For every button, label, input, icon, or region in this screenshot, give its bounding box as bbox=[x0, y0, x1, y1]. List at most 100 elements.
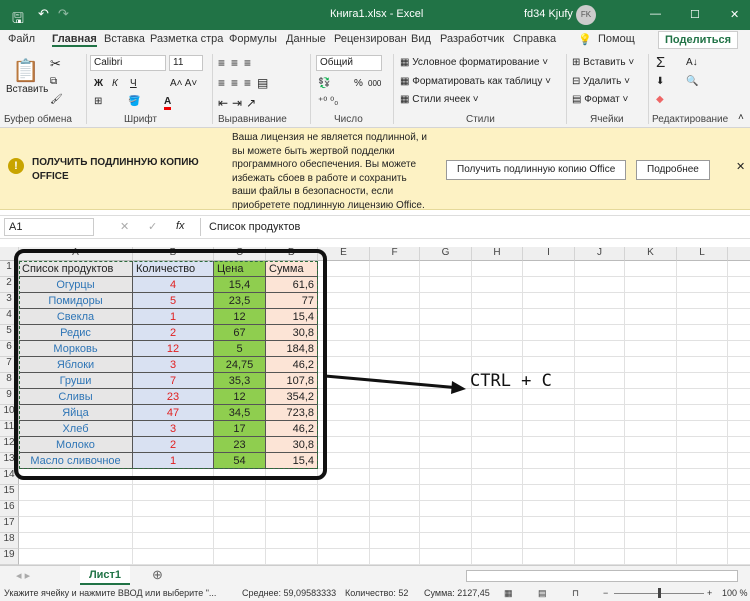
avatar[interactable]: FK bbox=[576, 5, 596, 25]
normal-view-icon[interactable]: ▦ bbox=[504, 588, 513, 599]
table-cell[interactable]: 30,8 bbox=[266, 437, 318, 453]
table-cell[interactable]: 17 bbox=[214, 421, 266, 437]
table-header-cell[interactable]: Цена bbox=[214, 261, 266, 277]
table-cell[interactable]: 5 bbox=[133, 293, 214, 309]
close-banner-icon[interactable]: ✕ bbox=[736, 160, 745, 173]
spreadsheet-grid[interactable]: ABCDEFGHIJKLM123456789101112131415161718… bbox=[0, 247, 750, 565]
column-header-A[interactable]: A bbox=[19, 247, 133, 261]
column-header-I[interactable]: I bbox=[523, 247, 575, 261]
indent-icons[interactable]: ⇤⇥↗ bbox=[218, 96, 260, 110]
table-cell[interactable]: 34,5 bbox=[214, 405, 266, 421]
column-header-M[interactable]: M bbox=[728, 247, 750, 261]
table-header-cell[interactable]: Сумма bbox=[266, 261, 318, 277]
tab-file[interactable]: Файл bbox=[8, 33, 35, 45]
table-cell[interactable]: 67 bbox=[214, 325, 266, 341]
thousands-button[interactable]: 000 bbox=[368, 79, 381, 88]
table-cell[interactable]: Сливы bbox=[19, 389, 133, 405]
sheet-tab-list1[interactable]: Лист1 bbox=[80, 566, 130, 585]
row-header-8[interactable]: 8 bbox=[0, 373, 19, 389]
table-cell[interactable]: 35,3 bbox=[214, 373, 266, 389]
tab-help[interactable]: Справка bbox=[513, 33, 556, 45]
tab-formulas[interactable]: Формулы bbox=[229, 33, 277, 45]
row-header-14[interactable]: 14 bbox=[0, 469, 19, 485]
clear-icon[interactable]: ◆ bbox=[656, 94, 664, 105]
table-cell[interactable]: 12 bbox=[214, 389, 266, 405]
row-header-10[interactable]: 10 bbox=[0, 405, 19, 421]
add-sheet-icon[interactable]: ⊕ bbox=[152, 567, 163, 583]
format-cells-button[interactable]: ▤ Формат ˅ bbox=[572, 94, 628, 105]
table-cell[interactable]: 30,8 bbox=[266, 325, 318, 341]
paste-icon[interactable]: 📋 bbox=[12, 58, 39, 84]
row-header-18[interactable]: 18 bbox=[0, 533, 19, 549]
format-as-table-button[interactable]: ▦ Форматировать как таблицу ˅ bbox=[400, 76, 551, 87]
font-name-select[interactable]: Calibri bbox=[90, 55, 166, 71]
save-icon[interactable]: 🖫 bbox=[12, 8, 24, 32]
table-cell[interactable]: 23 bbox=[214, 437, 266, 453]
table-cell[interactable]: 3 bbox=[133, 357, 214, 373]
table-cell[interactable]: Огурцы bbox=[19, 277, 133, 293]
table-cell[interactable]: 12 bbox=[133, 341, 214, 357]
table-cell[interactable]: 15,4 bbox=[266, 453, 318, 469]
column-header-D[interactable]: D bbox=[266, 247, 318, 261]
fill-color-icon[interactable]: 🪣 bbox=[128, 96, 140, 107]
table-cell[interactable]: 77 bbox=[266, 293, 318, 309]
borders-icon[interactable]: ⊞ bbox=[94, 96, 102, 107]
insert-cells-button[interactable]: ⊞ Вставить ˅ bbox=[572, 57, 634, 68]
grow-font-icon[interactable]: A˄ A˅ bbox=[170, 78, 197, 89]
row-header-19[interactable]: 19 bbox=[0, 549, 19, 565]
currency-icon[interactable]: 💱 bbox=[318, 78, 330, 89]
insert-function-button[interactable]: fx bbox=[176, 220, 185, 232]
table-cell[interactable]: Груши bbox=[19, 373, 133, 389]
table-cell[interactable]: Хлеб bbox=[19, 421, 133, 437]
row-header-7[interactable]: 7 bbox=[0, 357, 19, 373]
column-header-K[interactable]: K bbox=[625, 247, 677, 261]
row-header-4[interactable]: 4 bbox=[0, 309, 19, 325]
select-all-corner[interactable] bbox=[0, 247, 19, 261]
delete-cells-button[interactable]: ⊟ Удалить ˅ bbox=[572, 76, 630, 87]
table-header-cell[interactable]: Количество bbox=[133, 261, 214, 277]
table-cell[interactable]: 5 bbox=[214, 341, 266, 357]
table-header-cell[interactable]: Список продуктов bbox=[19, 261, 133, 277]
tab-home[interactable]: Главная bbox=[52, 33, 97, 47]
format-painter-icon[interactable]: 🖌 bbox=[50, 94, 63, 105]
get-genuine-office-button[interactable]: Получить подлинную копию Office bbox=[446, 160, 627, 180]
enter-icon[interactable]: ✓ bbox=[148, 220, 157, 233]
cancel-icon[interactable]: ✕ bbox=[120, 220, 129, 233]
table-cell[interactable]: 23 bbox=[133, 389, 214, 405]
italic-button[interactable]: К bbox=[112, 78, 118, 89]
page-break-view-icon[interactable]: ⊓ bbox=[572, 588, 579, 599]
table-cell[interactable]: 354,2 bbox=[266, 389, 318, 405]
table-cell[interactable]: 2 bbox=[133, 437, 214, 453]
table-cell[interactable]: 2 bbox=[133, 325, 214, 341]
page-layout-view-icon[interactable]: ▤ bbox=[538, 588, 547, 599]
table-cell[interactable]: 61,6 bbox=[266, 277, 318, 293]
table-cell[interactable]: 1 bbox=[133, 309, 214, 325]
share-button[interactable]: Поделиться bbox=[658, 31, 739, 49]
table-cell[interactable]: 24,75 bbox=[214, 357, 266, 373]
column-header-B[interactable]: B bbox=[133, 247, 214, 261]
fill-icon[interactable]: ⬇ bbox=[656, 76, 664, 87]
column-header-G[interactable]: G bbox=[420, 247, 472, 261]
table-cell[interactable]: Редис bbox=[19, 325, 133, 341]
column-header-J[interactable]: J bbox=[575, 247, 625, 261]
alignment-icons[interactable]: ≡≡≡ bbox=[218, 56, 257, 70]
table-cell[interactable]: Молоко bbox=[19, 437, 133, 453]
close-icon[interactable]: ✕ bbox=[730, 8, 739, 21]
row-header-1[interactable]: 1 bbox=[0, 261, 19, 277]
user-name[interactable]: fd34 Kjufy bbox=[524, 8, 573, 20]
table-cell[interactable]: 107,8 bbox=[266, 373, 318, 389]
table-cell[interactable]: 12 bbox=[214, 309, 266, 325]
table-cell[interactable]: 3 bbox=[133, 421, 214, 437]
underline-button[interactable]: Ч bbox=[130, 78, 137, 89]
table-cell[interactable]: 46,2 bbox=[266, 421, 318, 437]
tell-me-search[interactable]: Помощ bbox=[598, 33, 635, 45]
table-cell[interactable]: 54 bbox=[214, 453, 266, 469]
table-cell[interactable]: 15,4 bbox=[266, 309, 318, 325]
row-header-17[interactable]: 17 bbox=[0, 517, 19, 533]
font-size-select[interactable]: 11 bbox=[169, 55, 203, 71]
row-header-3[interactable]: 3 bbox=[0, 293, 19, 309]
zoom-in-icon[interactable]: + bbox=[707, 588, 712, 598]
row-header-12[interactable]: 12 bbox=[0, 437, 19, 453]
column-header-F[interactable]: F bbox=[370, 247, 420, 261]
tab-developer[interactable]: Разработчик bbox=[440, 33, 504, 45]
